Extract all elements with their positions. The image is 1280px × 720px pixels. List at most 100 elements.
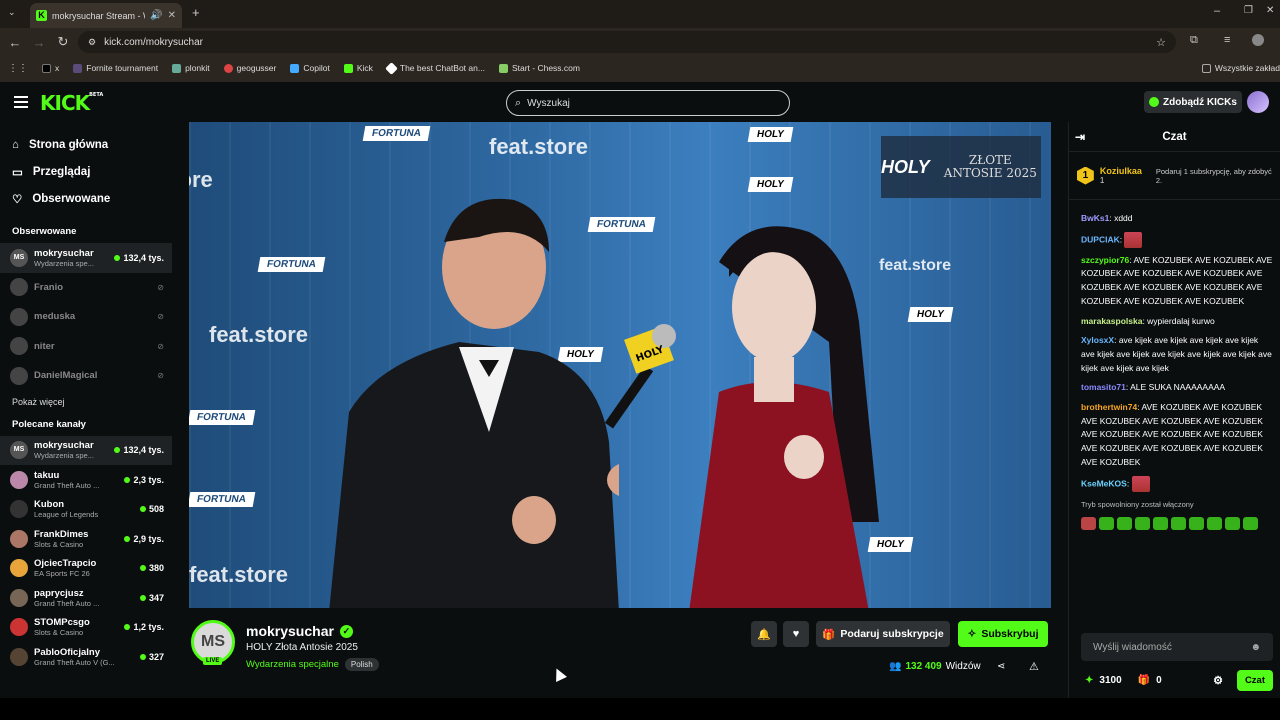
menu-icon[interactable]: [14, 96, 28, 108]
kick-logo[interactable]: KICKBETA: [40, 91, 103, 115]
bookmark-item[interactable]: Kick: [343, 63, 373, 73]
profile-avatar[interactable]: [1252, 34, 1264, 46]
close-window-icon[interactable]: ✕: [1266, 5, 1274, 16]
backdrop-logo: feat.store: [489, 134, 589, 159]
channel-avatar: [10, 337, 28, 356]
speaker-icon[interactable]: 🔊: [150, 10, 162, 21]
nav-home[interactable]: ⌂ Strona główna: [0, 131, 172, 158]
event-overlay-logo: HOLY ZŁOTE ANTOSIE 2025: [881, 136, 1041, 198]
recommended-channel[interactable]: OjciecTrapcio EA Sports FC 26 380: [0, 554, 172, 584]
tab-title: mokrysuchar Stream - Wat: [52, 10, 145, 21]
bookmark-item[interactable]: The best ChatBot an...: [385, 61, 485, 75]
tab-list-icon[interactable]: ⌄: [8, 7, 16, 18]
gift-prompt: Podaruj 1 subskrypcję, aby zdobyć 2.: [1155, 166, 1272, 185]
recommended-channel[interactable]: paprycjusz Grand Theft Auto ... 347: [0, 583, 172, 613]
video-player[interactable]: feat.store store feat.store feat.store f…: [189, 122, 1051, 608]
backdrop-logo: feat.store: [209, 322, 309, 347]
streamer-name[interactable]: mokrysuchar ✓: [246, 623, 353, 639]
emote-icon[interactable]: [1117, 517, 1132, 531]
emote-icon[interactable]: [1225, 517, 1240, 531]
emoji-icon[interactable]: ☻: [1250, 642, 1261, 653]
recommended-channel[interactable]: takuu Grand Theft Auto ... 2,3 tys.: [0, 465, 172, 495]
apps-icon[interactable]: ⋮⋮: [8, 63, 28, 74]
bookmark-item[interactable]: plonkit: [172, 63, 210, 73]
extensions-icon[interactable]: ⧉: [1190, 34, 1198, 47]
bookmark-item[interactable]: Copilot: [290, 63, 330, 73]
channel-avatar: [10, 470, 28, 489]
recommended-channel[interactable]: STOMPcsgo Slots & Casino 1,2 tys.: [0, 613, 172, 643]
search-input[interactable]: ⌕ Wyszukaj: [506, 90, 790, 116]
settings-gear-icon[interactable]: ⚙: [1213, 674, 1223, 687]
chat-message: BwKs1: xddd: [1081, 213, 1133, 223]
follow-button[interactable]: ♥: [783, 621, 809, 647]
bookmark-item[interactable]: x: [42, 63, 59, 73]
followed-channel[interactable]: DanielMagical ⊘: [0, 361, 172, 391]
close-tab-icon[interactable]: ✕: [168, 10, 176, 21]
sidebar: ⌂ Strona główna ▭ Przeglądaj ♡ Obserwowane …: [0, 122, 172, 698]
site-info-icon[interactable]: ⚙: [88, 37, 96, 48]
chat-footer: ✦ 3100 🎁 0 ⚙ Czat: [1069, 668, 1280, 692]
subscribe-button[interactable]: ✧ Subskrybuj: [958, 621, 1048, 647]
all-bookmarks-folder[interactable]: Wszystkie zakład: [1201, 63, 1280, 73]
chat-message: DUPCIAK:: [1081, 231, 1273, 248]
recommended-channel[interactable]: FrankDimes Slots & Casino 2,9 tys.: [0, 524, 172, 554]
top-gifter[interactable]: Koziulkaa 1: [1100, 166, 1142, 185]
people-icon: 👥: [889, 661, 902, 672]
offline-icon: ⊘: [157, 371, 164, 381]
user-avatar[interactable]: [1247, 91, 1269, 113]
bookmark-item[interactable]: Fornite tournament: [73, 63, 158, 73]
recommended-channel[interactable]: MS mokrysuchar Wydarzenia spe... 132,4 tys.: [0, 435, 172, 465]
stream-category[interactable]: Wydarzenia specjalne: [246, 659, 339, 670]
emote-icon[interactable]: [1243, 517, 1258, 531]
followed-channel[interactable]: Franio ⊘: [0, 273, 172, 303]
restore-icon[interactable]: ❐: [1244, 5, 1253, 16]
url-bar[interactable]: ⚙ kick.com/mokrysuchar ☆: [78, 31, 1176, 53]
bookmark-item[interactable]: Start - Chess.com: [498, 63, 580, 73]
emote-image: [1131, 475, 1150, 492]
chat-message: szczypior76: AVE KOZUBEK AVE KOZUBEK AVE…: [1081, 254, 1273, 306]
language-tag[interactable]: Polish: [344, 658, 379, 671]
reload-icon[interactable]: ↻: [51, 34, 75, 50]
forward-icon[interactable]: →: [27, 35, 51, 50]
chat-input[interactable]: Wyślij wiadomość ☻: [1081, 633, 1273, 661]
report-icon[interactable]: ⚠: [1029, 660, 1039, 673]
send-chat-button[interactable]: Czat: [1236, 669, 1273, 691]
viewer-count: 347: [139, 593, 164, 603]
followed-section-title: Obserwowane: [12, 226, 77, 237]
bookmark-star-icon[interactable]: ☆: [1156, 36, 1166, 49]
get-kicks-button[interactable]: Zdobądź KICKs: [1144, 91, 1242, 113]
nav-browse[interactable]: ▭ Przeglądaj: [0, 158, 172, 185]
gift-subscription-button[interactable]: 🎁 Podaruj subskrypcje: [816, 621, 950, 647]
collapse-chat-icon[interactable]: ⇥: [1075, 130, 1085, 144]
emote-icon[interactable]: [1207, 517, 1222, 531]
profile-sync-icon[interactable]: ≡: [1224, 34, 1230, 46]
share-icon[interactable]: ⋖: [997, 661, 1005, 672]
followed-channel[interactable]: MS mokrysuchar Wydarzenia spe... 132,4 ty…: [0, 243, 172, 273]
followed-channel[interactable]: meduska ⊘: [0, 302, 172, 332]
browser-tab[interactable]: K mokrysuchar Stream - Wat 🔊 ✕: [30, 3, 182, 28]
rank-badge: 1: [1077, 166, 1094, 185]
viewer-count: 2,3 tys.: [124, 475, 164, 485]
back-icon[interactable]: ←: [3, 35, 27, 50]
emote-icon[interactable]: [1081, 517, 1096, 531]
recommended-channel[interactable]: PabloOficjalny Grand Theft Auto V (G... 32…: [0, 642, 172, 672]
emote-icon[interactable]: [1153, 517, 1168, 531]
nav-following[interactable]: ♡ Obserwowane: [0, 185, 172, 212]
channel-avatar: MS: [10, 441, 28, 460]
emote-icon[interactable]: [1189, 517, 1204, 531]
minimize-icon[interactable]: –: [1214, 5, 1220, 17]
bookmark-item[interactable]: geogusser: [223, 63, 276, 73]
emote-icon[interactable]: [1171, 517, 1186, 531]
search-placeholder: Wyszukaj: [527, 97, 570, 109]
heart-icon: ♡: [12, 193, 23, 206]
new-tab-icon[interactable]: +: [192, 5, 200, 20]
recommended-channel[interactable]: Kubon League of Legends 508: [0, 495, 172, 525]
emote-icon[interactable]: [1099, 517, 1114, 531]
heart-icon: ♥: [792, 628, 800, 640]
notification-bell-button[interactable]: 🔔: [751, 621, 777, 647]
backdrop-logo: feat.store: [189, 562, 289, 587]
emote-icon[interactable]: [1135, 517, 1150, 531]
viewer-count: 1,2 tys.: [124, 622, 164, 632]
followed-channel[interactable]: niter ⊘: [0, 332, 172, 362]
show-more-link[interactable]: Pokaż więcej: [0, 391, 172, 415]
